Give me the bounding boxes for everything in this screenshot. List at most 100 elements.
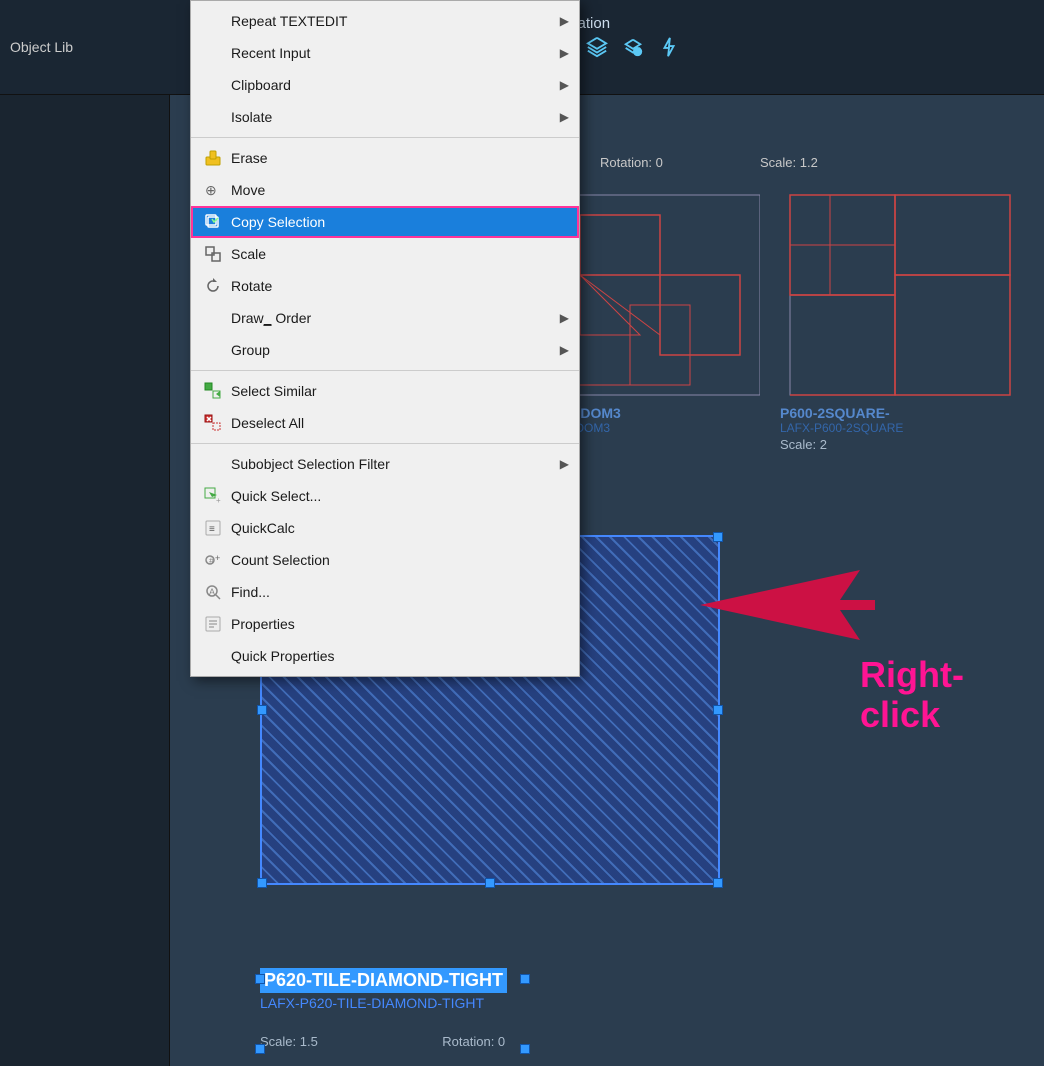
menu-item-copy-selection[interactable]: Copy Selection (191, 206, 579, 238)
draw-order-label: Draw_ Order (231, 310, 563, 326)
menu-item-scale[interactable]: Scale (191, 238, 579, 270)
p620-scale-label: Scale: 1.5 Rotation: 0 (260, 1033, 505, 1051)
rotation-label-1: Rotation: 0 (600, 155, 663, 170)
select-similar-label: Select Similar (231, 383, 563, 399)
find-icon: A (203, 582, 223, 602)
handle-mr (713, 705, 723, 715)
draw-order-icon (203, 308, 223, 328)
menu-item-recent-input[interactable]: Recent Input ▶ (191, 37, 579, 69)
svg-text:✓: ✓ (635, 48, 641, 57)
recent-input-arrow: ▶ (560, 46, 569, 60)
menu-item-quick-properties[interactable]: Quick Properties (191, 640, 579, 672)
layer-state-icon[interactable]: ✓ (617, 31, 649, 63)
rotate-label: Rotate (231, 278, 563, 294)
handle-tr (713, 532, 723, 542)
handle-ml (257, 705, 267, 715)
menu-item-clipboard[interactable]: Clipboard ▶ (191, 69, 579, 101)
isolate-icon (203, 107, 223, 127)
menu-item-select-similar[interactable]: Select Similar (191, 375, 579, 407)
repeat-textedit-icon (203, 11, 223, 31)
p620-handle-bm (520, 974, 530, 984)
quickcalc-icon: ≡ (203, 518, 223, 538)
toolbar-icons: ✓ (581, 31, 685, 63)
erase-icon (203, 148, 223, 168)
quick-select-icon: + (203, 486, 223, 506)
menu-item-erase[interactable]: Erase (191, 142, 579, 174)
count-selection-icon: # + (203, 550, 223, 570)
properties-icon (203, 614, 223, 634)
p600-title-label: P600-2SQUARE- LAFX-P600-2SQUARE Scale: 2 (780, 405, 903, 452)
p620-handle-bottom (520, 1044, 530, 1054)
handle-bl (257, 878, 267, 888)
clipboard-arrow: ▶ (560, 78, 569, 92)
svg-text:+: + (216, 496, 221, 505)
recent-input-label: Recent Input (231, 45, 563, 61)
p620-title-label: P620-TILE-DIAMOND-TIGHT LAFX-P620-TILE-D… (260, 968, 507, 1011)
cad-drawing-random3 (550, 185, 760, 535)
right-click-arrow (700, 565, 880, 650)
separator-2 (191, 370, 579, 371)
layers-icon[interactable] (581, 31, 613, 63)
scale-label-1: Scale: 1.2 (760, 155, 818, 170)
separator-3 (191, 443, 579, 444)
svg-text:#: # (209, 556, 214, 566)
move-icon: ⊕ (203, 180, 223, 200)
copy-selection-label: Copy Selection (231, 214, 563, 230)
move-label: Move (231, 182, 563, 198)
isolate-arrow: ▶ (560, 110, 569, 124)
menu-item-subobject-filter[interactable]: Subobject Selection Filter ▶ (191, 448, 579, 480)
deselect-all-icon (203, 413, 223, 433)
select-similar-icon (203, 381, 223, 401)
clipboard-label: Clipboard (231, 77, 563, 93)
svg-text:≡: ≡ (209, 524, 215, 535)
isolate-label: Isolate (231, 109, 563, 125)
cad-drawing-p600 (780, 185, 1020, 535)
draw-order-arrow: ▶ (560, 311, 569, 325)
menu-item-move[interactable]: ⊕ Move (191, 174, 579, 206)
deselect-all-label: Deselect All (231, 415, 563, 431)
subobject-filter-arrow: ▶ (560, 457, 569, 471)
svg-text:A: A (209, 587, 215, 597)
p620-handle-bottom-left (255, 1044, 265, 1054)
toolbar-title: Object Lib (10, 39, 73, 55)
quick-properties-icon (203, 646, 223, 666)
p620-handle-bl (255, 974, 265, 984)
rotate-icon (203, 276, 223, 296)
menu-item-quickcalc[interactable]: ≡ QuickCalc (191, 512, 579, 544)
count-selection-label: Count Selection (231, 552, 563, 568)
find-label: Find... (231, 584, 563, 600)
left-sidebar (0, 95, 170, 1066)
context-menu: Repeat TEXTEDIT ▶ Recent Input ▶ Clipboa… (190, 0, 580, 677)
quickcalc-label: QuickCalc (231, 520, 563, 536)
svg-text:+: + (215, 553, 220, 563)
subobject-filter-label: Subobject Selection Filter (231, 456, 563, 472)
separator-1 (191, 137, 579, 138)
menu-item-draw-order[interactable]: Draw_ Order ▶ (191, 302, 579, 334)
menu-item-isolate[interactable]: Isolate ▶ (191, 101, 579, 133)
group-icon (203, 340, 223, 360)
menu-item-rotate[interactable]: Rotate (191, 270, 579, 302)
recent-input-icon (203, 43, 223, 63)
menu-item-deselect-all[interactable]: Deselect All (191, 407, 579, 439)
handle-bm (485, 878, 495, 888)
repeat-textedit-label: Repeat TEXTEDIT (231, 13, 563, 29)
menu-item-properties[interactable]: Properties (191, 608, 579, 640)
menu-item-repeat-textedit[interactable]: Repeat TEXTEDIT ▶ (191, 5, 579, 37)
menu-item-count-selection[interactable]: # + Count Selection (191, 544, 579, 576)
quick-select-label: Quick Select... (231, 488, 563, 504)
svg-text:⊕: ⊕ (205, 182, 217, 198)
handle-br (713, 878, 723, 888)
clipboard-icon (203, 75, 223, 95)
quick-properties-label: Quick Properties (231, 648, 563, 664)
repeat-textedit-arrow: ▶ (560, 14, 569, 28)
layer-freeze-icon[interactable] (653, 31, 685, 63)
scale-label: Scale (231, 246, 563, 262)
scale-icon (203, 244, 223, 264)
copy-selection-icon (203, 212, 223, 232)
menu-item-group[interactable]: Group ▶ (191, 334, 579, 366)
menu-item-quick-select[interactable]: + Quick Select... (191, 480, 579, 512)
erase-label: Erase (231, 150, 563, 166)
group-arrow: ▶ (560, 343, 569, 357)
properties-label: Properties (231, 616, 563, 632)
menu-item-find[interactable]: A Find... (191, 576, 579, 608)
